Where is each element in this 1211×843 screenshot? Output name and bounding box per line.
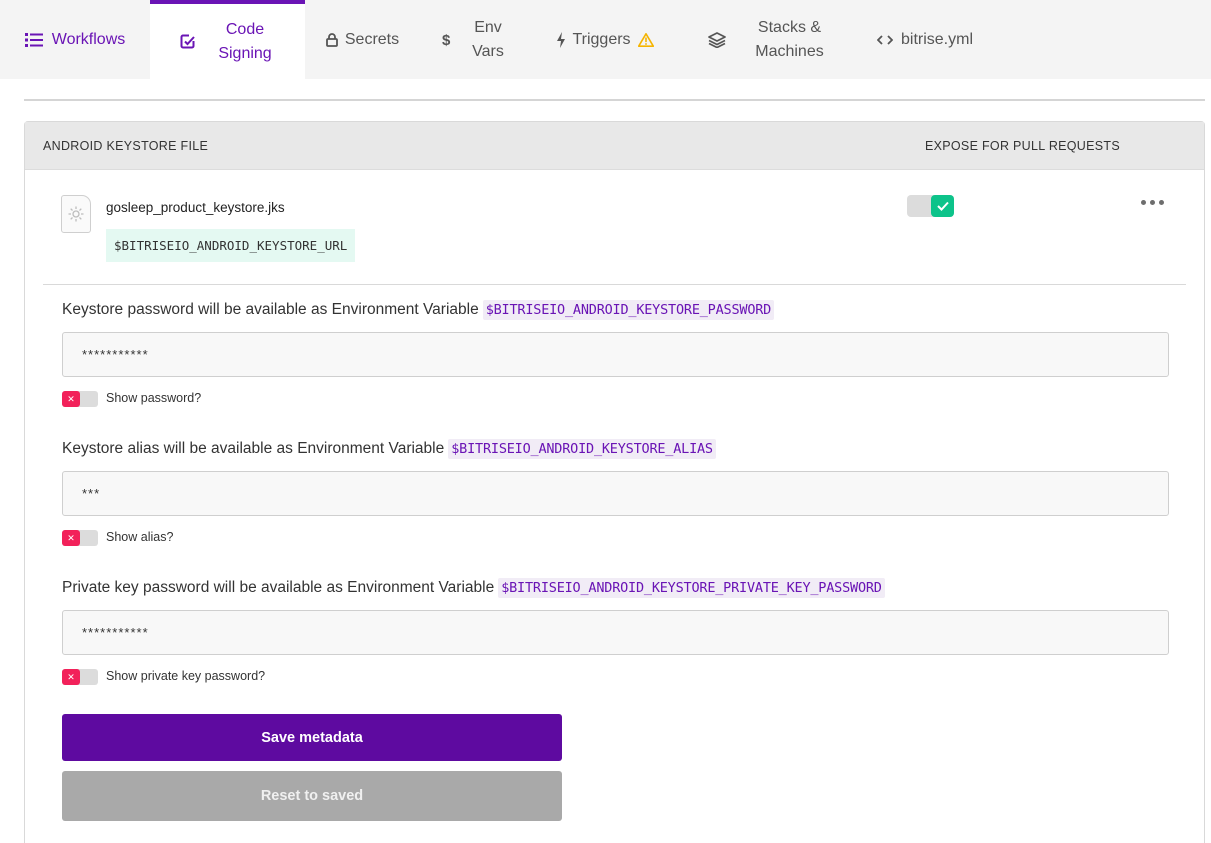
header-keystore-file: ANDROID KEYSTORE FILE (43, 139, 209, 153)
list-icon (24, 32, 43, 47)
keystore-alias-label: Keystore alias will be available as Envi… (62, 439, 716, 459)
android-keystore-card: ANDROID KEYSTORE FILE EXPOSE FOR PULL RE… (24, 121, 1205, 843)
bolt-icon (556, 31, 566, 48)
private-key-password-label-text: Private key password will be available a… (62, 579, 495, 596)
card-divider (43, 284, 1186, 285)
reset-to-saved-button[interactable]: Reset to saved (62, 771, 562, 821)
save-metadata-button[interactable]: Save metadata (62, 714, 562, 761)
close-icon: ✕ (62, 391, 80, 407)
tab-triggers-label: Triggers (572, 30, 631, 48)
tab-stacks-machines-label: Stacks & Machines (755, 18, 824, 60)
top-navigation: Workflows Code Signing Secrets $ Env Var… (0, 0, 1211, 79)
tab-secrets[interactable]: Secrets (305, 0, 420, 79)
tab-code-signing[interactable]: Code Signing (150, 0, 305, 79)
keystore-url-env-var: $BITRISEIO_ANDROID_KEYSTORE_URL (106, 229, 356, 262)
keystore-alias-label-text: Keystore alias will be available as Envi… (62, 440, 445, 457)
private-key-password-env-var: $BITRISEIO_ANDROID_KEYSTORE_PRIVATE_KEY_… (498, 578, 885, 598)
show-password-toggle[interactable]: ✕ (62, 391, 98, 407)
edit-check-icon (180, 34, 195, 49)
tab-workflows[interactable]: Workflows (0, 0, 150, 79)
tab-workflows-label: Workflows (51, 30, 126, 48)
private-key-password-input[interactable]: *********** (62, 610, 1169, 655)
tab-bitrise-yml-label: bitrise.yml (900, 30, 973, 48)
close-icon: ✕ (62, 530, 80, 546)
show-password-label: Show password? (106, 391, 202, 405)
card-header: ANDROID KEYSTORE FILE EXPOSE FOR PULL RE… (25, 122, 1204, 170)
tab-code-signing-label: Code Signing (218, 20, 272, 62)
keystore-password-label-text: Keystore password will be available as E… (62, 301, 479, 318)
more-options-icon[interactable] (1141, 200, 1164, 205)
warning-icon (637, 32, 654, 47)
keystore-alias-env-var: $BITRISEIO_ANDROID_KEYSTORE_ALIAS (448, 439, 716, 459)
tab-bitrise-yml[interactable]: bitrise.yml (855, 0, 995, 79)
tab-stacks-machines[interactable]: Stacks & Machines (680, 0, 855, 79)
keystore-file-name: gosleep_product_keystore.jks (106, 200, 285, 215)
lock-icon (325, 32, 338, 47)
svg-text:$: $ (442, 32, 451, 48)
checkmark-icon (931, 195, 954, 217)
file-gear-icon (61, 195, 91, 233)
header-expose-pull-requests: EXPOSE FOR PULL REQUESTS (925, 139, 1120, 153)
close-icon: ✕ (62, 669, 80, 685)
keystore-password-env-var: $BITRISEIO_ANDROID_KEYSTORE_PASSWORD (482, 300, 775, 320)
code-icon (876, 34, 893, 46)
show-private-key-password-label: Show private key password? (106, 669, 266, 683)
keystore-password-input[interactable]: *********** (62, 332, 1169, 377)
keystore-password-label: Keystore password will be available as E… (62, 300, 775, 320)
section-divider (24, 99, 1205, 101)
expose-pull-requests-toggle[interactable] (907, 195, 954, 217)
show-private-key-password-toggle[interactable]: ✕ (62, 669, 98, 685)
private-key-password-label: Private key password will be available a… (62, 578, 885, 598)
tab-secrets-label: Secrets (344, 30, 400, 48)
tab-env-vars-label: Env Vars (472, 18, 504, 60)
show-alias-toggle[interactable]: ✕ (62, 530, 98, 546)
tab-triggers[interactable]: Triggers (530, 0, 680, 79)
dollar-icon: $ (442, 32, 452, 48)
show-alias-label: Show alias? (106, 530, 174, 544)
keystore-alias-input[interactable]: *** (62, 471, 1169, 516)
layers-icon (708, 31, 726, 48)
tab-env-vars[interactable]: $ Env Vars (420, 0, 530, 79)
